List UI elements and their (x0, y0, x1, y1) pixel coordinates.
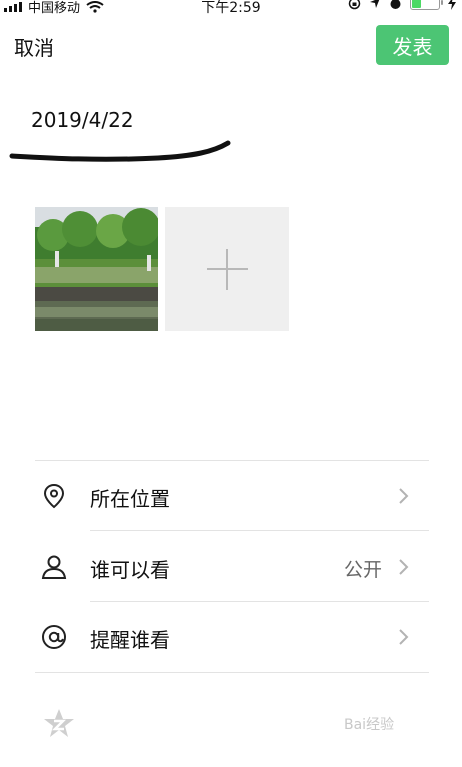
location-row[interactable]: 所在位置 (35, 461, 429, 531)
chevron-right-icon (399, 559, 409, 575)
charging-icon (448, 0, 456, 10)
visibility-label: 谁可以看 (90, 558, 170, 582)
status-right (348, 0, 456, 10)
location-label: 所在位置 (90, 487, 170, 511)
at-sign-icon (42, 625, 66, 649)
qzone-star-icon[interactable] (42, 707, 76, 741)
visibility-value: 公开 (343, 559, 382, 581)
battery-icon (410, 0, 443, 10)
photo-thumbnail[interactable] (35, 207, 158, 331)
cancel-button[interactable]: 取消 (14, 32, 54, 61)
add-photo-button[interactable] (165, 207, 289, 331)
watermark: Bai经验 (344, 717, 395, 733)
chevron-right-icon (399, 488, 409, 504)
handwritten-scribble-mark (9, 140, 231, 162)
orientation-lock-icon (348, 0, 361, 9)
post-text-input[interactable]: 2019/4/22 (31, 108, 134, 132)
divider (35, 672, 429, 673)
chevron-right-icon (399, 629, 409, 645)
alarm-icon (390, 0, 401, 9)
status-bar: 中国移动 下午2:59 (0, 0, 462, 16)
location-arrow-icon (370, 0, 380, 8)
location-pin-icon (43, 483, 65, 509)
visibility-row[interactable]: 谁可以看 公开 (35, 531, 429, 601)
landscape-photo-image (35, 207, 158, 331)
mention-row[interactable]: 提醒谁看 (35, 602, 429, 672)
person-icon (41, 555, 67, 579)
mention-label: 提醒谁看 (90, 628, 170, 652)
publish-button[interactable]: 发表 (376, 25, 449, 65)
